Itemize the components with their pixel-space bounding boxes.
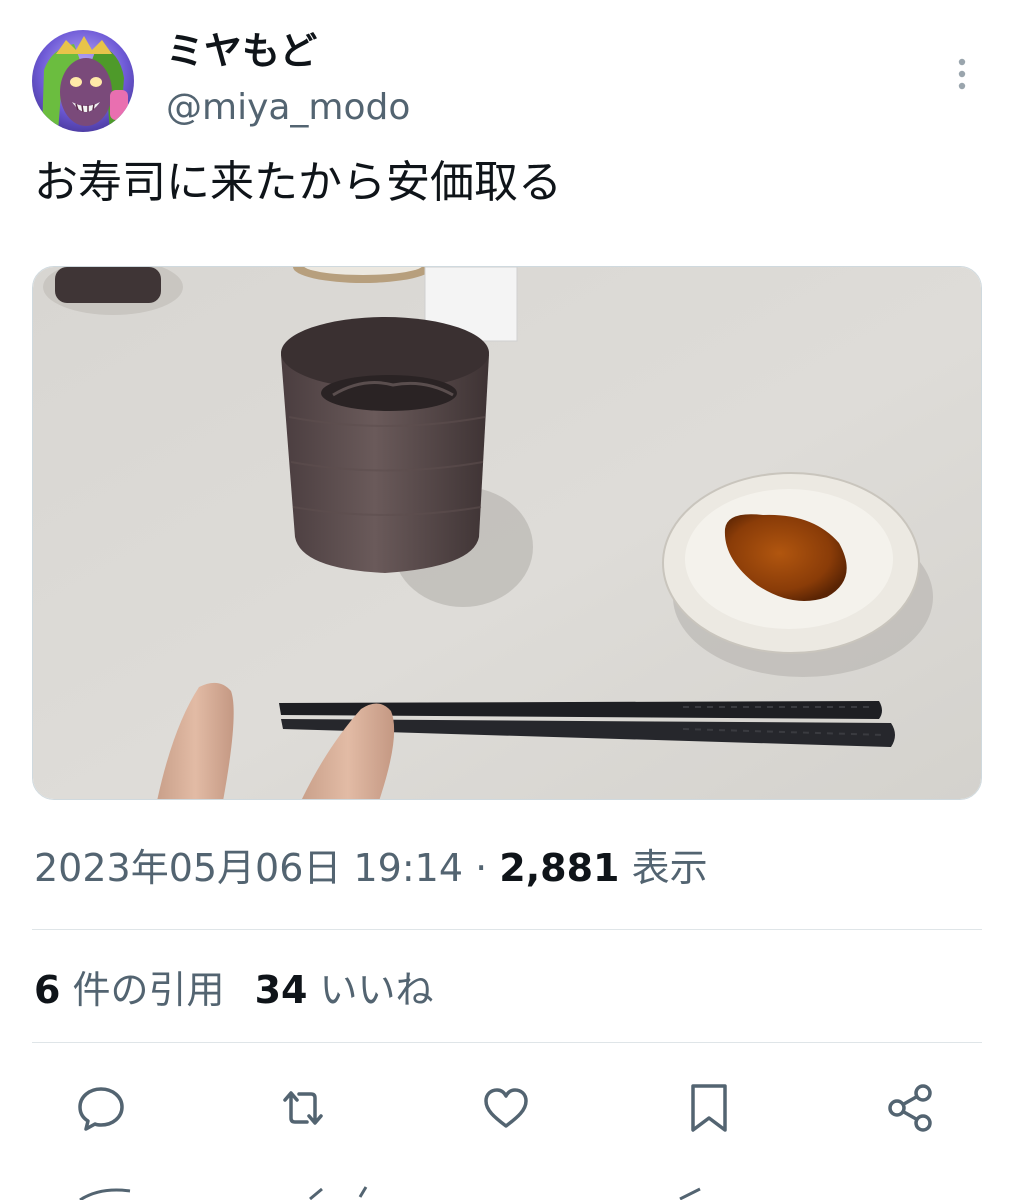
retweet-button[interactable] — [275, 1080, 331, 1136]
author-handle[interactable]: @miya_modo — [166, 84, 410, 132]
tweet-photo[interactable] — [32, 266, 982, 800]
retweet-icon — [283, 1091, 323, 1125]
like-button[interactable] — [478, 1080, 534, 1136]
divider — [32, 1042, 982, 1043]
tweet-datetime[interactable]: 2023年05月06日 19:14 — [34, 846, 463, 890]
quotes-stat[interactable]: 6 件の引用 — [34, 968, 225, 1012]
tweet-text: お寿司に来たから安価取る — [34, 157, 562, 208]
bookmark-icon — [691, 1084, 727, 1132]
tweet-meta: 2023年05月06日 19:14 · 2,881 表示 — [34, 840, 708, 896]
divider — [32, 929, 982, 930]
views-count: 2,881 — [499, 846, 620, 890]
more-options-button[interactable] — [940, 52, 984, 96]
share-button[interactable] — [883, 1080, 939, 1136]
reply-icon — [78, 1087, 124, 1131]
more-vertical-icon — [958, 58, 966, 90]
photo-sushi-table — [33, 267, 981, 799]
meta-separator: · — [475, 846, 488, 890]
next-item-peek — [60, 1185, 960, 1202]
heart-icon — [484, 1088, 528, 1128]
likes-label: いいね — [319, 968, 434, 1012]
quotes-count: 6 — [34, 968, 61, 1012]
likes-stat[interactable]: 34 いいね — [255, 968, 434, 1012]
views-label: 表示 — [631, 846, 708, 890]
reply-button[interactable] — [73, 1080, 129, 1136]
likes-count: 34 — [254, 968, 308, 1012]
share-icon — [888, 1084, 932, 1132]
avatar[interactable] — [32, 30, 134, 132]
author-display-name[interactable]: ミヤもど — [166, 26, 317, 76]
tweet-stats: 6 件の引用 34 いいね — [34, 962, 434, 1018]
avatar-illustration-icon — [32, 30, 134, 132]
bookmark-button[interactable] — [681, 1080, 737, 1136]
quotes-label: 件の引用 — [72, 968, 225, 1012]
